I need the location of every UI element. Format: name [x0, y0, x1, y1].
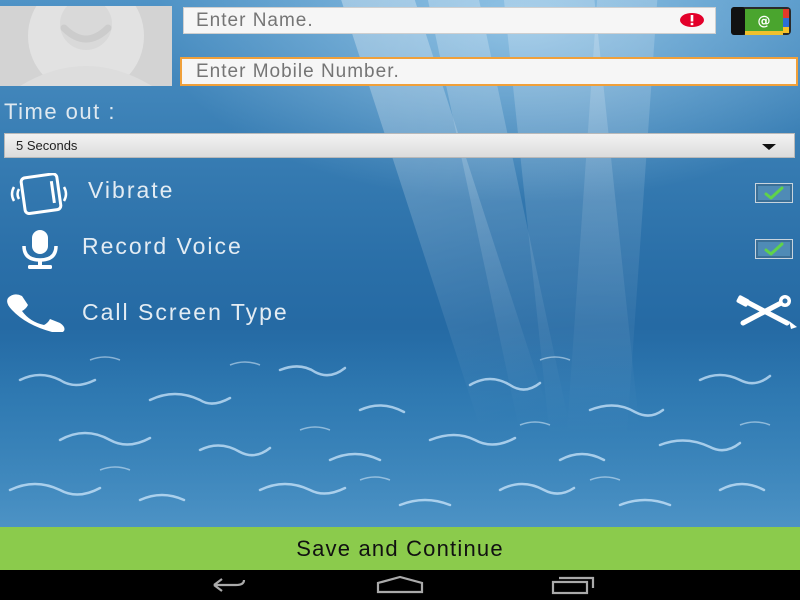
- vibrate-label: Vibrate: [88, 177, 175, 203]
- record-voice-label: Record Voice: [82, 233, 243, 259]
- name-input[interactable]: [183, 7, 716, 34]
- home-button[interactable]: [370, 574, 430, 596]
- timeout-selected-value: 5 Seconds: [16, 138, 78, 153]
- contacts-book-icon: @: [731, 7, 791, 35]
- checkmark-icon: [764, 242, 784, 256]
- recents-button[interactable]: [545, 574, 605, 596]
- tools-icon: [736, 295, 797, 329]
- vibrate-phone-icon: [10, 173, 68, 215]
- app-screen: @ Time out : 5 Seconds Vibrate Record Vo…: [0, 0, 800, 527]
- call-screen-settings-button[interactable]: [735, 295, 799, 329]
- contact-avatar[interactable]: [0, 6, 172, 86]
- chevron-down-icon: [762, 144, 776, 150]
- vibrate-checkbox[interactable]: [755, 183, 793, 203]
- record-voice-checkbox[interactable]: [755, 239, 793, 259]
- timeout-dropdown[interactable]: 5 Seconds: [4, 133, 795, 158]
- back-button[interactable]: [200, 574, 260, 596]
- avatar-placeholder-icon: [20, 6, 152, 86]
- home-icon: [376, 575, 424, 594]
- mobile-number-input[interactable]: [180, 57, 798, 86]
- recents-icon: [551, 576, 595, 595]
- back-icon: [213, 578, 246, 592]
- contacts-button[interactable]: @: [731, 5, 791, 35]
- phone-handset-icon: [7, 294, 65, 332]
- microphone-icon: [22, 230, 58, 269]
- save-and-continue-button[interactable]: Save and Continue: [0, 527, 800, 570]
- system-navigation-bar: [0, 570, 800, 600]
- call-screen-type-label: Call Screen Type: [82, 299, 289, 325]
- timeout-label: Time out :: [4, 99, 116, 124]
- checkmark-icon: [764, 186, 784, 200]
- water-caustics-background: [0, 340, 800, 527]
- svg-text:@: @: [758, 14, 771, 29]
- error-icon: [680, 13, 704, 27]
